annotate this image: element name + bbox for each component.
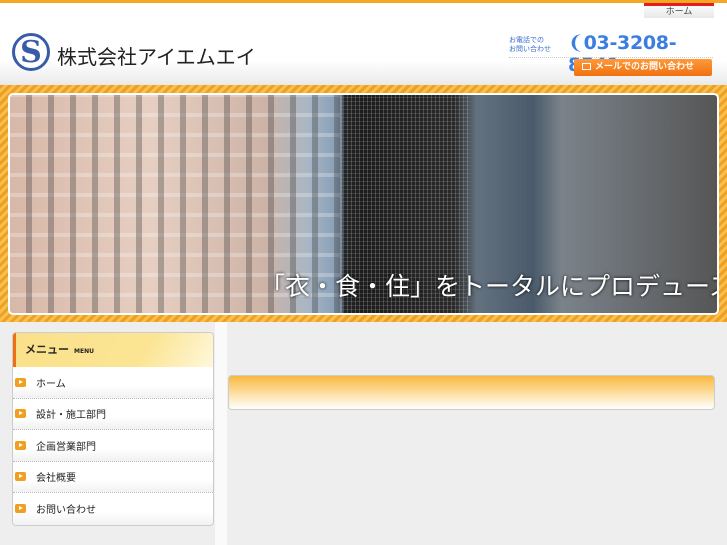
company-name[interactable]: 株式会社アイエムエイ: [57, 41, 256, 70]
menu-item-label: ホーム: [36, 378, 66, 390]
column-gap: [215, 322, 227, 545]
menu-item-home[interactable]: ホーム: [13, 367, 213, 399]
divider: [509, 57, 713, 58]
main-content: [227, 332, 727, 545]
menu-item-label: 会社概要: [36, 473, 76, 485]
company-logo-icon[interactable]: S: [12, 33, 50, 71]
menu-item-label: お問い合わせ: [36, 505, 96, 517]
arrow-right-icon: [15, 440, 26, 450]
menu-item-design[interactable]: 設計・施工部門: [13, 398, 213, 430]
menu-item-label: 企画営業部門: [36, 441, 96, 453]
mail-contact-label: メールでのお問い合わせ: [595, 62, 695, 72]
menu-item-contact[interactable]: お問い合わせ: [13, 493, 213, 525]
mail-contact-button[interactable]: メールでのお問い合わせ: [574, 59, 712, 76]
menu-title: メニュー: [25, 343, 69, 356]
menu-item-company[interactable]: 会社概要: [13, 461, 213, 493]
menu-item-label: 設計・施工部門: [36, 410, 106, 422]
banner-frame: 「衣・食・住」をトータルにプロデュース・: [0, 85, 727, 322]
content-title-bar: [228, 375, 715, 410]
arrow-right-icon: [15, 409, 26, 419]
mail-icon: [582, 63, 591, 70]
arrow-right-icon: [15, 377, 26, 387]
arrow-right-icon: [15, 472, 26, 482]
menu-title-en: MENU: [74, 348, 94, 355]
tel-label: お電話での お問い合わせ: [509, 36, 551, 54]
arrow-right-icon: [15, 504, 26, 514]
menu-item-planning[interactable]: 企画営業部門: [13, 430, 213, 462]
side-menu: メニュー MENU ホーム 設計・施工部門 企画営業部門 会社概要 お問い合わせ: [12, 332, 214, 526]
tel-label-line1: お電話での: [509, 36, 544, 44]
tel-label-line2: お問い合わせ: [509, 45, 551, 53]
hero-banner-image: 「衣・食・住」をトータルにプロデュース・: [8, 93, 719, 315]
banner-caption: 「衣・食・住」をトータルにプロデュース・: [260, 272, 719, 301]
header: ホーム S 株式会社アイエムエイ お電話でのお問い合わせ ❨03-3208-85…: [0, 3, 727, 85]
top-home-link[interactable]: ホーム: [644, 3, 714, 18]
menu-heading: メニュー MENU: [13, 333, 213, 367]
